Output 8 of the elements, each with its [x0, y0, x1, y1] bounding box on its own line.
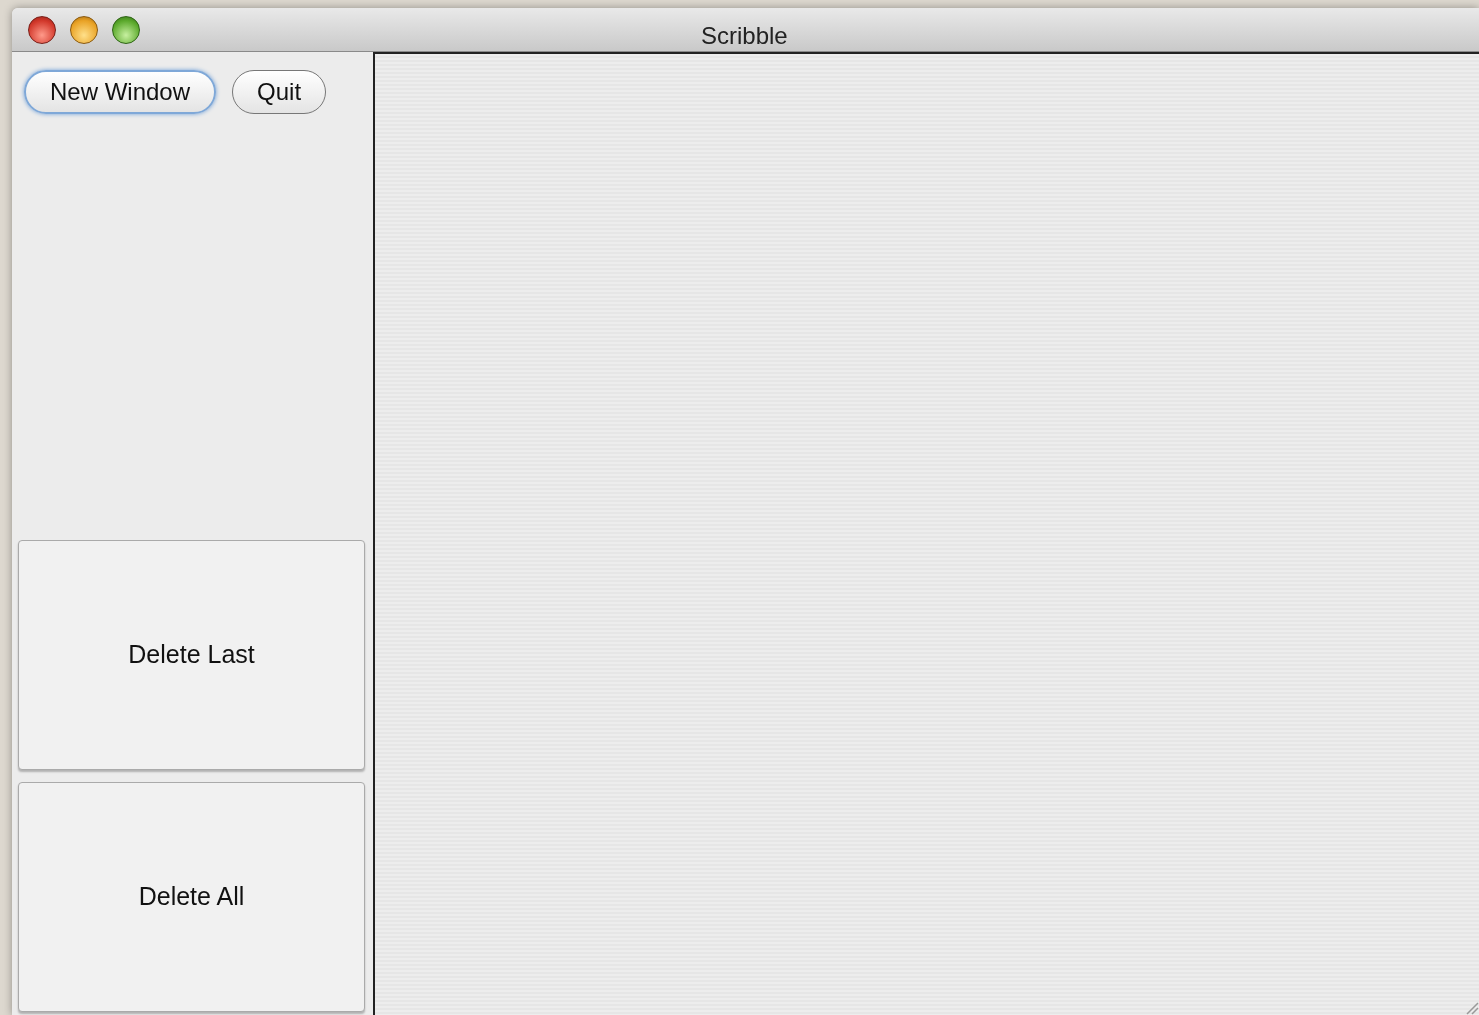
minimize-button[interactable]: [70, 15, 98, 44]
push-button[interactable]: New Window: [24, 70, 217, 114]
push-button[interactable]: Delete All: [18, 782, 365, 1012]
window-title: Scribble: [701, 21, 788, 51]
push-button[interactable]: Quit: [232, 70, 327, 114]
close-button[interactable]: [28, 15, 56, 44]
push-button[interactable]: Delete Last: [18, 540, 365, 770]
zoom-button[interactable]: [112, 15, 140, 44]
